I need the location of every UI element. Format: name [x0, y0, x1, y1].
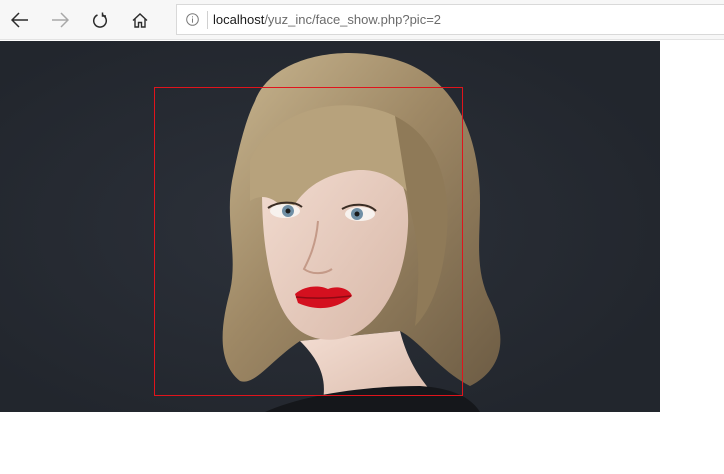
url-path: /yuz_inc/face_show.php?pic=2	[264, 12, 442, 27]
refresh-icon	[92, 12, 108, 28]
page-content	[0, 41, 724, 474]
url-text[interactable]: localhost/yuz_inc/face_show.php?pic=2	[213, 12, 441, 27]
url-divider	[207, 11, 208, 29]
face-detection-box	[154, 87, 463, 396]
portrait-photo	[0, 41, 660, 412]
browser-toolbar: localhost/yuz_inc/face_show.php?pic=2	[0, 0, 724, 40]
arrow-right-icon	[52, 12, 69, 28]
address-bar[interactable]: localhost/yuz_inc/face_show.php?pic=2	[176, 4, 724, 35]
info-circle-icon[interactable]	[186, 13, 199, 26]
back-button[interactable]	[6, 6, 34, 34]
arrow-left-icon	[11, 12, 28, 28]
home-button[interactable]	[126, 6, 154, 34]
refresh-button[interactable]	[86, 6, 114, 34]
forward-button[interactable]	[46, 6, 74, 34]
url-host: localhost	[213, 12, 265, 27]
home-icon	[132, 12, 148, 28]
